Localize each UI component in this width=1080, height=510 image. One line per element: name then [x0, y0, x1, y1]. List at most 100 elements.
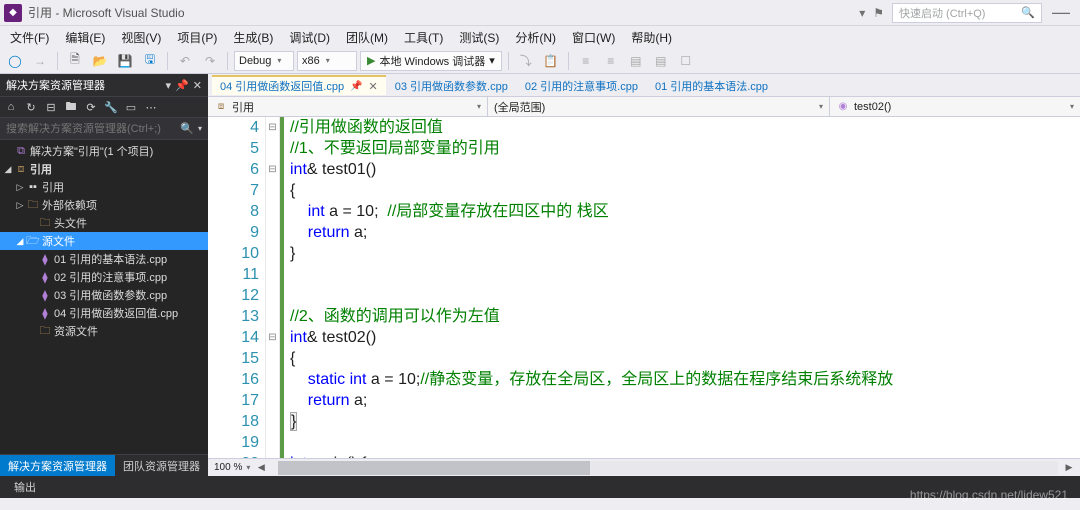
nav-fwd-icon[interactable]: →	[29, 50, 51, 72]
solution-node[interactable]: ⧉解决方案"引用"(1 个项目)	[0, 142, 208, 160]
sync-icon[interactable]: ↻	[22, 98, 40, 116]
doc-tab[interactable]: 02 引用的注意事项.cpp	[517, 75, 646, 95]
menu-item[interactable]: 生成(B)	[227, 27, 279, 48]
open-file-icon[interactable]: 📂	[89, 50, 111, 72]
document-tabs: 04 引用做函数返回值.cpp📌✕ 03 引用做函数参数.cpp 02 引用的注…	[208, 74, 1080, 96]
pin-icon[interactable]: 📌	[350, 81, 362, 92]
nav-scope[interactable]: ⧈引用▾	[208, 97, 488, 116]
tab-team-explorer[interactable]: 团队资源管理器	[115, 455, 208, 476]
menu-item[interactable]: 团队(M)	[340, 27, 394, 48]
panel-tabstrip: 解决方案资源管理器 团队资源管理器	[0, 454, 208, 476]
uncomment-icon[interactable]: ▤	[650, 50, 672, 72]
menu-item[interactable]: 分析(N)	[509, 27, 562, 48]
references-node[interactable]: ▷▪▪引用	[0, 178, 208, 196]
resources-node[interactable]: 🗀资源文件	[0, 322, 208, 340]
source-file[interactable]: ⧫04 引用做函数返回值.cpp	[0, 304, 208, 322]
step-over-icon[interactable]: ⤵	[515, 50, 537, 72]
panel-dropdown-icon[interactable]: ▾	[166, 79, 172, 92]
headers-node[interactable]: 🗀头文件	[0, 214, 208, 232]
menu-item[interactable]: 调试(D)	[283, 27, 336, 48]
panel-search[interactable]: 🔍 ▾	[0, 118, 208, 140]
nav-back-icon[interactable]: ◯	[4, 50, 26, 72]
source-file[interactable]: ⧫01 引用的基本语法.cpp	[0, 250, 208, 268]
panel-toolbar: ⌂ ↻ ⊟ 🖿 ⟳ 🔧 ▭ ⋯	[0, 96, 208, 118]
menu-item[interactable]: 测试(S)	[453, 27, 505, 48]
source-file[interactable]: ⧫03 引用做函数参数.cpp	[0, 286, 208, 304]
chevron-down-icon[interactable]: ▾	[198, 124, 202, 133]
main-row: 解决方案资源管理器 ▾ 📌 ✕ ⌂ ↻ ⊟ 🖿 ⟳ 🔧 ▭ ⋯ 🔍 ▾ ⧉解决方…	[0, 74, 1080, 476]
save-icon[interactable]: 💾	[114, 50, 136, 72]
code-nav-bar: ⧈引用▾ (全局范围)▾ ◉test02()▾	[208, 96, 1080, 117]
panel-title-bar: 解决方案资源管理器 ▾ 📌 ✕	[0, 74, 208, 96]
quick-launch-input[interactable]: 快速启动 (Ctrl+Q) 🔍	[892, 3, 1042, 23]
doc-tab[interactable]: 01 引用的基本语法.cpp	[647, 75, 776, 95]
code-body[interactable]: //引用做函数的返回值//1、不要返回局部变量的引用int& test01(){…	[284, 117, 1080, 458]
menu-item[interactable]: 文件(F)	[4, 27, 55, 48]
comment-icon[interactable]: ▤	[625, 50, 647, 72]
config-combo[interactable]: Debug▾	[234, 51, 294, 71]
chevron-down-icon[interactable]: ▾	[246, 463, 250, 472]
panel-close-icon[interactable]: ✕	[193, 79, 202, 92]
flag-icon[interactable]: ⚑	[873, 6, 884, 20]
panel-pin-icon[interactable]: 📌	[175, 79, 189, 92]
bottom-panel: 输出	[0, 476, 1080, 498]
menu-item[interactable]: 窗口(W)	[566, 27, 621, 48]
menu-item[interactable]: 帮助(H)	[625, 27, 678, 48]
scroll-left-icon[interactable]: ◀	[254, 462, 268, 473]
nav-member[interactable]: (全局范围)▾	[488, 97, 830, 116]
home-icon[interactable]: ⌂	[2, 98, 20, 116]
nav-function[interactable]: ◉test02()▾	[830, 97, 1080, 116]
menu-item[interactable]: 视图(V)	[115, 27, 167, 48]
project-node[interactable]: ◢⧈引用	[0, 160, 208, 178]
scrollbar-thumb[interactable]	[278, 461, 590, 475]
h-scrollbar[interactable]	[278, 461, 1058, 475]
tab-solution-explorer[interactable]: 解决方案资源管理器	[0, 455, 115, 476]
code-editor[interactable]: 456789101112131415161718192021 ⊟⊟⊟⊟ //引用…	[208, 117, 1080, 458]
start-debug-button[interactable]: ▶本地 Windows 调试器▾	[360, 51, 502, 71]
bookmark-icon[interactable]: ☐	[675, 50, 697, 72]
preview-icon[interactable]: ▭	[122, 98, 140, 116]
solution-tree: ⧉解决方案"引用"(1 个项目) ◢⧈引用 ▷▪▪引用 ▷🗀外部依赖项 🗀头文件…	[0, 140, 208, 454]
window-title: 引用 - Microsoft Visual Studio	[28, 4, 185, 21]
platform-combo[interactable]: x86▾	[297, 51, 357, 71]
doc-tab[interactable]: 03 引用做函数参数.cpp	[387, 75, 516, 95]
close-icon[interactable]: ✕	[369, 80, 378, 93]
play-icon: ▶	[367, 54, 375, 67]
source-file[interactable]: ⧫02 引用的注意事项.cpp	[0, 268, 208, 286]
title-bar: ◆ 引用 - Microsoft Visual Studio ▾ ⚑ 快速启动 …	[0, 0, 1080, 26]
doc-tab-active[interactable]: 04 引用做函数返回值.cpp📌✕	[212, 75, 386, 95]
quick-launch-placeholder: 快速启动 (Ctrl+Q)	[899, 5, 985, 21]
new-project-icon[interactable]: 🗎	[64, 50, 86, 72]
menu-item[interactable]: 工具(T)	[398, 27, 449, 48]
refresh-icon[interactable]: ⟳	[82, 98, 100, 116]
menu-bar: 文件(F)编辑(E)视图(V)项目(P)生成(B)调试(D)团队(M)工具(T)…	[0, 26, 1080, 48]
more-icon[interactable]: ⋯	[142, 98, 160, 116]
search-icon: 🔍	[1021, 6, 1035, 19]
redo-icon[interactable]: ↷	[199, 50, 221, 72]
editor-status-bar: 100 % ▾ ◀ ▶	[208, 458, 1080, 476]
show-all-icon[interactable]: 🖿	[62, 98, 80, 116]
sources-node[interactable]: ◢🗁源文件	[0, 232, 208, 250]
line-numbers: 456789101112131415161718192021	[208, 117, 266, 458]
search-icon: 🔍	[180, 122, 194, 135]
proc-icon[interactable]: 📋	[540, 50, 562, 72]
title-controls: ▾ ⚑	[859, 6, 884, 20]
indent-left-icon[interactable]: ≡	[575, 50, 597, 72]
notify-icon[interactable]: ▾	[859, 6, 865, 20]
menu-item[interactable]: 项目(P)	[171, 27, 223, 48]
editor-area: 04 引用做函数返回值.cpp📌✕ 03 引用做函数参数.cpp 02 引用的注…	[208, 74, 1080, 476]
properties-icon[interactable]: 🔧	[102, 98, 120, 116]
fold-column[interactable]: ⊟⊟⊟⊟	[266, 117, 280, 458]
collapse-icon[interactable]: ⊟	[42, 98, 60, 116]
minimize-button[interactable]: —	[1052, 2, 1070, 23]
scroll-right-icon[interactable]: ▶	[1062, 462, 1076, 473]
zoom-level[interactable]: 100 %	[214, 462, 242, 473]
undo-icon[interactable]: ↶	[174, 50, 196, 72]
output-tab[interactable]: 输出	[6, 477, 44, 497]
indent-right-icon[interactable]: ≡	[600, 50, 622, 72]
extdeps-node[interactable]: ▷🗀外部依赖项	[0, 196, 208, 214]
panel-search-input[interactable]	[6, 123, 180, 135]
save-all-icon[interactable]: 🖫	[139, 50, 161, 72]
menu-item[interactable]: 编辑(E)	[59, 27, 111, 48]
main-toolbar: ◯ → 🗎 📂 💾 🖫 ↶ ↷ Debug▾ x86▾ ▶本地 Windows …	[0, 48, 1080, 74]
